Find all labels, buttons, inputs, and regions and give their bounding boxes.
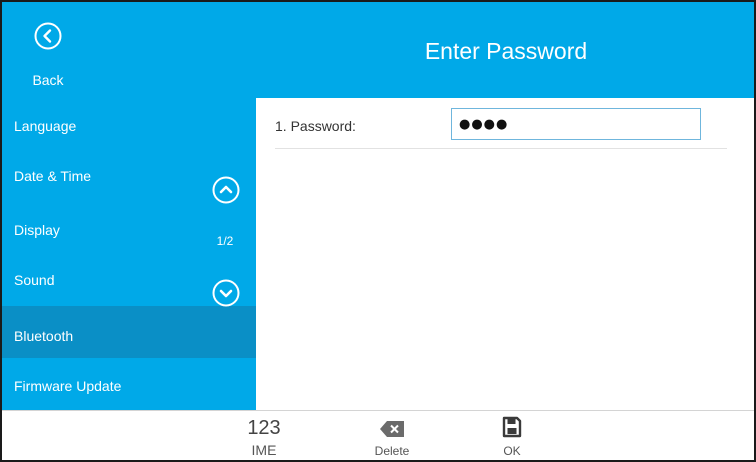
delete-softkey[interactable]: Delete [362, 411, 422, 460]
sidebar-item-language[interactable]: Language [2, 98, 256, 150]
sidebar-item-bluetooth[interactable]: Bluetooth [2, 306, 256, 358]
softkey-bar: 123 IME Delete OK [2, 410, 754, 460]
backspace-icon [380, 421, 404, 437]
sidebar-item-label: Sound [14, 272, 55, 288]
chevron-up-circle-icon [212, 176, 240, 204]
page-indicator: 1/2 [216, 234, 234, 248]
settings-sidebar: Language Date & Time Display Sound Bluet… [2, 98, 256, 410]
sidebar-item-firmware-update[interactable]: Firmware Update [2, 358, 256, 410]
back-label: Back [32, 72, 64, 88]
divider [275, 148, 727, 149]
page-title: Enter Password [424, 38, 588, 64]
ok-softkey[interactable]: OK [492, 411, 532, 460]
sidebar-item-label: Display [14, 222, 60, 238]
sidebar-item-label: Date & Time [14, 168, 92, 184]
password-form: 1. Password: [256, 98, 754, 410]
ime-softkey[interactable]: 123 IME [238, 411, 290, 460]
header-bar: Back Enter Password [2, 2, 754, 98]
sidebar-item-label: Bluetooth [14, 328, 74, 344]
chevron-down-circle-icon [212, 279, 240, 307]
delete-label: Delete [374, 444, 410, 458]
ime-label: IME [251, 442, 277, 458]
sidebar-item-label: Firmware Update [14, 378, 122, 394]
save-icon [502, 416, 522, 438]
back-button[interactable]: Back [12, 12, 84, 92]
password-field[interactable] [451, 108, 701, 140]
sidebar-item-label: Language [14, 118, 77, 134]
phone-screen: Back Enter Password Language Date & Time… [0, 0, 756, 462]
page-up-button[interactable] [211, 175, 241, 205]
back-arrow-circle-icon [34, 22, 62, 50]
page-down-button[interactable] [211, 278, 241, 308]
ok-label: OK [503, 444, 521, 458]
ime-mode-label: 123 [247, 417, 281, 439]
password-label: 1. Password: [275, 118, 356, 134]
